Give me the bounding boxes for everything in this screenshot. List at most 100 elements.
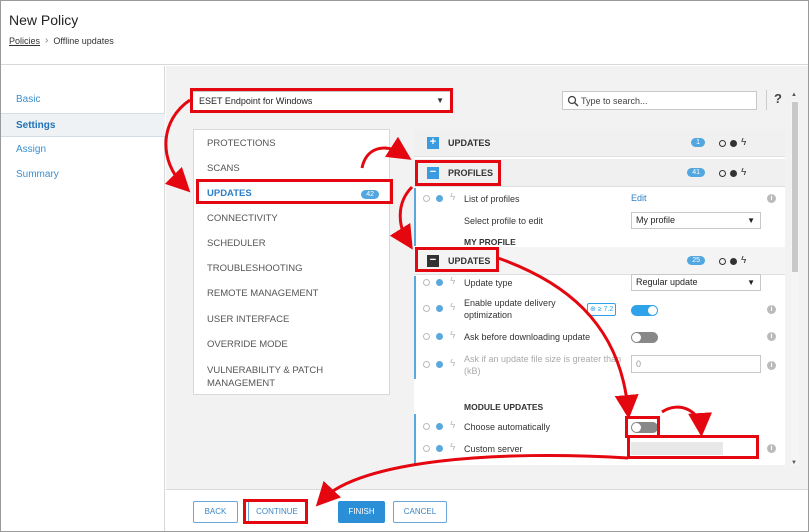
category-override-mode[interactable]: OVERRIDE MODE — [194, 339, 389, 350]
chevron-down-icon: ▼ — [747, 278, 755, 287]
highlight-category-updates — [196, 179, 393, 204]
section-count-badge: 25 — [687, 256, 705, 265]
bolt-icon[interactable]: ϟ — [450, 192, 455, 203]
help-icon[interactable]: ? — [774, 91, 782, 106]
category-label: VULNERABILITY & PATCH MANAGEMENT — [207, 365, 324, 389]
setting-ask-before-download: ϟ Ask before downloading update i — [414, 327, 785, 347]
version-badge: ⊕ ≥ 7.2 — [587, 303, 617, 316]
apply-circle-icon[interactable] — [423, 195, 430, 202]
search-box[interactable] — [562, 91, 757, 110]
version-text: ≥ 7.2 — [597, 306, 614, 313]
force-dot-icon[interactable] — [436, 423, 443, 430]
bolt-icon[interactable]: ϟ — [450, 358, 455, 369]
apply-circle-icon[interactable] — [423, 279, 430, 286]
info-icon[interactable]: i — [767, 305, 776, 314]
apply-circle-icon[interactable] — [423, 445, 430, 452]
category-connectivity[interactable]: CONNECTIVITY — [194, 213, 389, 224]
delivery-optimization-toggle[interactable] — [631, 305, 658, 316]
highlight-custom-server — [627, 435, 759, 459]
force-dot-icon — [730, 170, 737, 177]
apply-circle-icon[interactable] — [423, 305, 430, 312]
category-label: OVERRIDE MODE — [207, 339, 288, 350]
breadcrumb-policies[interactable]: Policies — [9, 36, 40, 46]
bolt-icon[interactable]: ϟ — [450, 420, 455, 431]
search-input[interactable] — [581, 93, 751, 108]
highlight-profiles-section — [415, 160, 501, 186]
category-label: SCHEDULER — [207, 238, 266, 249]
expand-plus-icon[interactable]: + — [427, 137, 439, 149]
setting-label: Custom server — [464, 444, 523, 454]
category-scheduler[interactable]: SCHEDULER — [194, 238, 389, 249]
force-dot-icon[interactable] — [436, 445, 443, 452]
category-protections[interactable]: PROTECTIONS — [194, 138, 389, 149]
apply-circle-icon[interactable] — [423, 423, 430, 430]
category-scans[interactable]: SCANS — [194, 163, 389, 174]
chevron-right-icon: › — [45, 35, 49, 46]
info-icon[interactable]: i — [767, 444, 776, 453]
chevron-down-icon: ▼ — [747, 216, 755, 225]
category-vulnerability-patch[interactable]: VULNERABILITY & PATCH MANAGEMENT — [194, 364, 344, 390]
bolt-icon[interactable]: ϟ — [450, 442, 455, 453]
panel-scrollbar[interactable]: ▲ ▼ — [791, 92, 799, 466]
setting-list-of-profiles: ϟ List of profiles Edit i — [414, 189, 785, 209]
setting-label-line: Enable update delivery — [464, 298, 556, 308]
highlight-updates-section — [415, 247, 499, 272]
force-dot-icon[interactable] — [436, 305, 443, 312]
bolt-icon: ϟ — [741, 255, 747, 266]
module-updates-title: MODULE UPDATES — [464, 402, 544, 412]
setting-label-line: (kB) — [464, 366, 481, 376]
section-updates[interactable]: + UPDATES 1 ϟ — [414, 129, 785, 157]
setting-label-line: optimization — [464, 310, 513, 320]
update-type-select[interactable]: Regular update ▼ — [631, 274, 761, 291]
cancel-button[interactable]: CANCEL — [393, 501, 447, 523]
search-icon — [567, 95, 579, 107]
bolt-icon[interactable]: ϟ — [450, 302, 455, 313]
setting-delivery-optimization: ϟ Enable update delivery optimization ⊕ … — [414, 295, 785, 323]
bolt-icon: ϟ — [741, 167, 747, 178]
setting-label: Ask before downloading update — [464, 332, 591, 342]
nav-item-basic[interactable]: Basic — [1, 88, 165, 112]
finish-button[interactable]: FINISH — [338, 501, 385, 523]
force-dot-icon — [730, 258, 737, 265]
category-user-interface[interactable]: USER INTERFACE — [194, 314, 389, 325]
breadcrumb: Policies › Offline updates — [9, 35, 114, 46]
force-dot-icon[interactable] — [436, 361, 443, 368]
wizard-nav: Basic Settings Assign Summary — [1, 66, 165, 531]
apply-circle-icon — [719, 140, 726, 147]
setting-label: Select profile to edit — [464, 216, 544, 226]
section-count-badge: 41 — [687, 168, 705, 177]
back-button[interactable]: BACK — [193, 501, 238, 523]
setting-label-line: Ask if an update file size is greater th… — [464, 354, 622, 364]
scroll-up-icon[interactable]: ▲ — [791, 92, 797, 98]
force-dot-icon — [730, 140, 737, 147]
category-list: PROTECTIONS SCANS UPDATES 42 CONNECTIVIT… — [193, 129, 390, 395]
category-label: USER INTERFACE — [207, 314, 290, 325]
apply-circle-icon[interactable] — [423, 333, 430, 340]
category-label: SCANS — [207, 163, 240, 174]
nav-item-summary[interactable]: Summary — [1, 163, 165, 187]
nav-item-assign[interactable]: Assign — [1, 138, 165, 162]
edit-link[interactable]: Edit — [631, 193, 647, 203]
force-dot-icon[interactable] — [436, 195, 443, 202]
profile-select[interactable]: My profile ▼ — [631, 212, 761, 229]
category-troubleshooting[interactable]: TROUBLESHOOTING — [194, 263, 389, 274]
apply-circle-icon[interactable] — [423, 361, 430, 368]
nav-item-settings[interactable]: Settings — [1, 113, 165, 137]
force-dot-icon[interactable] — [436, 333, 443, 340]
category-remote-management[interactable]: REMOTE MANAGEMENT — [194, 288, 389, 299]
category-label: TROUBLESHOOTING — [207, 263, 303, 274]
force-dot-icon[interactable] — [436, 279, 443, 286]
file-size-input[interactable]: 0 — [631, 355, 761, 373]
scroll-down-icon[interactable]: ▼ — [791, 460, 797, 466]
setting-select-profile: Select profile to edit My profile ▼ — [414, 211, 785, 231]
highlight-continue — [243, 499, 308, 524]
setting-update-type: ϟ Update type Regular update ▼ — [414, 273, 785, 293]
info-icon[interactable]: i — [767, 332, 776, 341]
info-icon[interactable]: i — [767, 361, 776, 370]
my-profile-title: MY PROFILE — [464, 237, 516, 247]
bolt-icon[interactable]: ϟ — [450, 330, 455, 341]
info-icon[interactable]: i — [767, 194, 776, 203]
bolt-icon[interactable]: ϟ — [450, 276, 455, 287]
ask-before-download-toggle[interactable] — [631, 332, 658, 343]
scroll-thumb[interactable] — [792, 102, 798, 272]
